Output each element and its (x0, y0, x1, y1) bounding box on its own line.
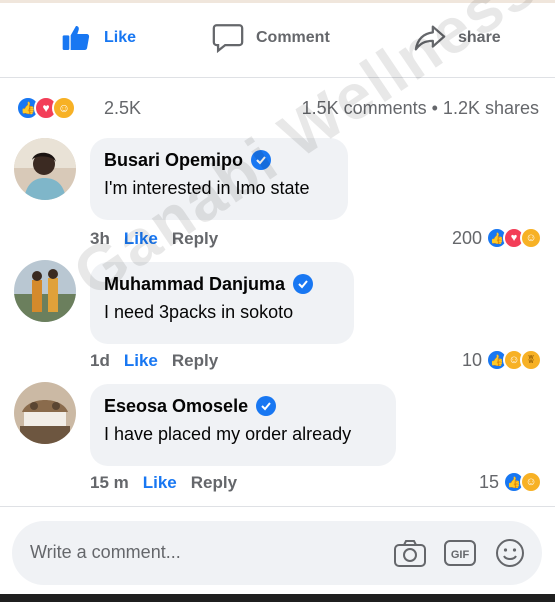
comment-bubble: Eseosa Omosele I have placed my order al… (90, 384, 396, 466)
comment-reactions[interactable]: 200 👍 ♥ ☺ (451, 227, 542, 249)
verified-badge-icon (293, 274, 314, 294)
comment-like-link[interactable]: Like (124, 351, 158, 371)
comment-item: Muhammad Danjuma I need 3packs in sokoto… (0, 260, 555, 376)
care-icon: ☺ (520, 471, 542, 493)
comment-icon (210, 20, 246, 56)
comment-author[interactable]: Muhammad Danjuma (104, 274, 285, 295)
comment-reactions-count: 10 (461, 349, 482, 370)
comment-actions: 1d Like Reply (90, 351, 218, 371)
comment-time[interactable]: 15 m (90, 473, 129, 493)
like-button-label: Like (104, 29, 137, 46)
divider (0, 506, 555, 507)
comment-bubble: Busari Opemipo I'm interested in Imo sta… (90, 138, 348, 220)
comment-time[interactable]: 1d (90, 351, 110, 371)
comments-shares-count[interactable]: 1.5K comments • 1.2K shares (302, 98, 539, 119)
emoji-icon[interactable] (492, 535, 528, 571)
comment-reply-link[interactable]: Reply (191, 473, 237, 493)
top-divider (0, 0, 555, 3)
verified-badge-icon (256, 396, 277, 416)
comment-like-link[interactable]: Like (124, 229, 158, 249)
comment-button-label: Comment (256, 29, 330, 46)
haha-icon: ʬ (520, 349, 542, 371)
comment-time[interactable]: 3h (90, 229, 110, 249)
divider (0, 77, 555, 78)
comment-reactions[interactable]: 10 👍 ☺ ʬ (461, 349, 542, 371)
comment-reactions-count: 200 (451, 227, 482, 248)
verified-badge-icon (251, 150, 272, 170)
bottom-edge (0, 594, 555, 602)
post-action-bar: Like Comment share (0, 8, 555, 68)
thumbs-up-icon (58, 20, 94, 56)
comment-reactions-count: 15 (478, 471, 499, 492)
share-button-label: share (458, 29, 501, 46)
comment-bubble: Muhammad Danjuma I need 3packs in sokoto (90, 262, 354, 344)
comment-actions: 15 m Like Reply (90, 473, 237, 493)
care-icon: ☺ (520, 227, 542, 249)
share-arrow-icon (412, 20, 448, 56)
reaction-stack[interactable]: 👍 ♥ ☺ (16, 96, 76, 120)
comment-input-placeholder[interactable]: Write a comment... (30, 542, 181, 563)
comment-reactions[interactable]: 15 👍 ☺ (478, 471, 542, 493)
avatar[interactable] (14, 138, 76, 200)
care-icon: ☺ (52, 96, 76, 120)
share-button[interactable]: share (412, 8, 501, 68)
comment-item: Eseosa Omosele I have placed my order al… (0, 382, 555, 498)
gif-label: GIF (451, 549, 470, 561)
comment-author[interactable]: Busari Opemipo (104, 150, 243, 171)
comment-actions: 3h Like Reply (90, 229, 218, 249)
comment-like-link[interactable]: Like (143, 473, 177, 493)
comment-text: I have placed my order already (104, 424, 352, 444)
comment-reply-link[interactable]: Reply (172, 229, 218, 249)
comment-text: I'm interested in Imo state (104, 178, 310, 198)
comment-item: Busari Opemipo I'm interested in Imo sta… (0, 138, 555, 254)
gif-icon[interactable]: GIF (442, 535, 478, 571)
reaction-count[interactable]: 2.5K (104, 98, 141, 119)
avatar[interactable] (14, 260, 76, 322)
like-button[interactable]: Like (58, 8, 136, 68)
comment-text: I need 3packs in sokoto (104, 302, 294, 322)
avatar[interactable] (14, 382, 76, 444)
post-summary: 👍 ♥ ☺ 2.5K 1.5K comments • 1.2K shares (0, 86, 555, 130)
comment-author[interactable]: Eseosa Omosele (104, 396, 248, 417)
comment-reply-link[interactable]: Reply (172, 351, 218, 371)
comment-button[interactable]: Comment (210, 8, 330, 68)
comment-composer[interactable]: Write a comment... GIF (12, 521, 542, 585)
camera-icon[interactable] (392, 535, 428, 571)
